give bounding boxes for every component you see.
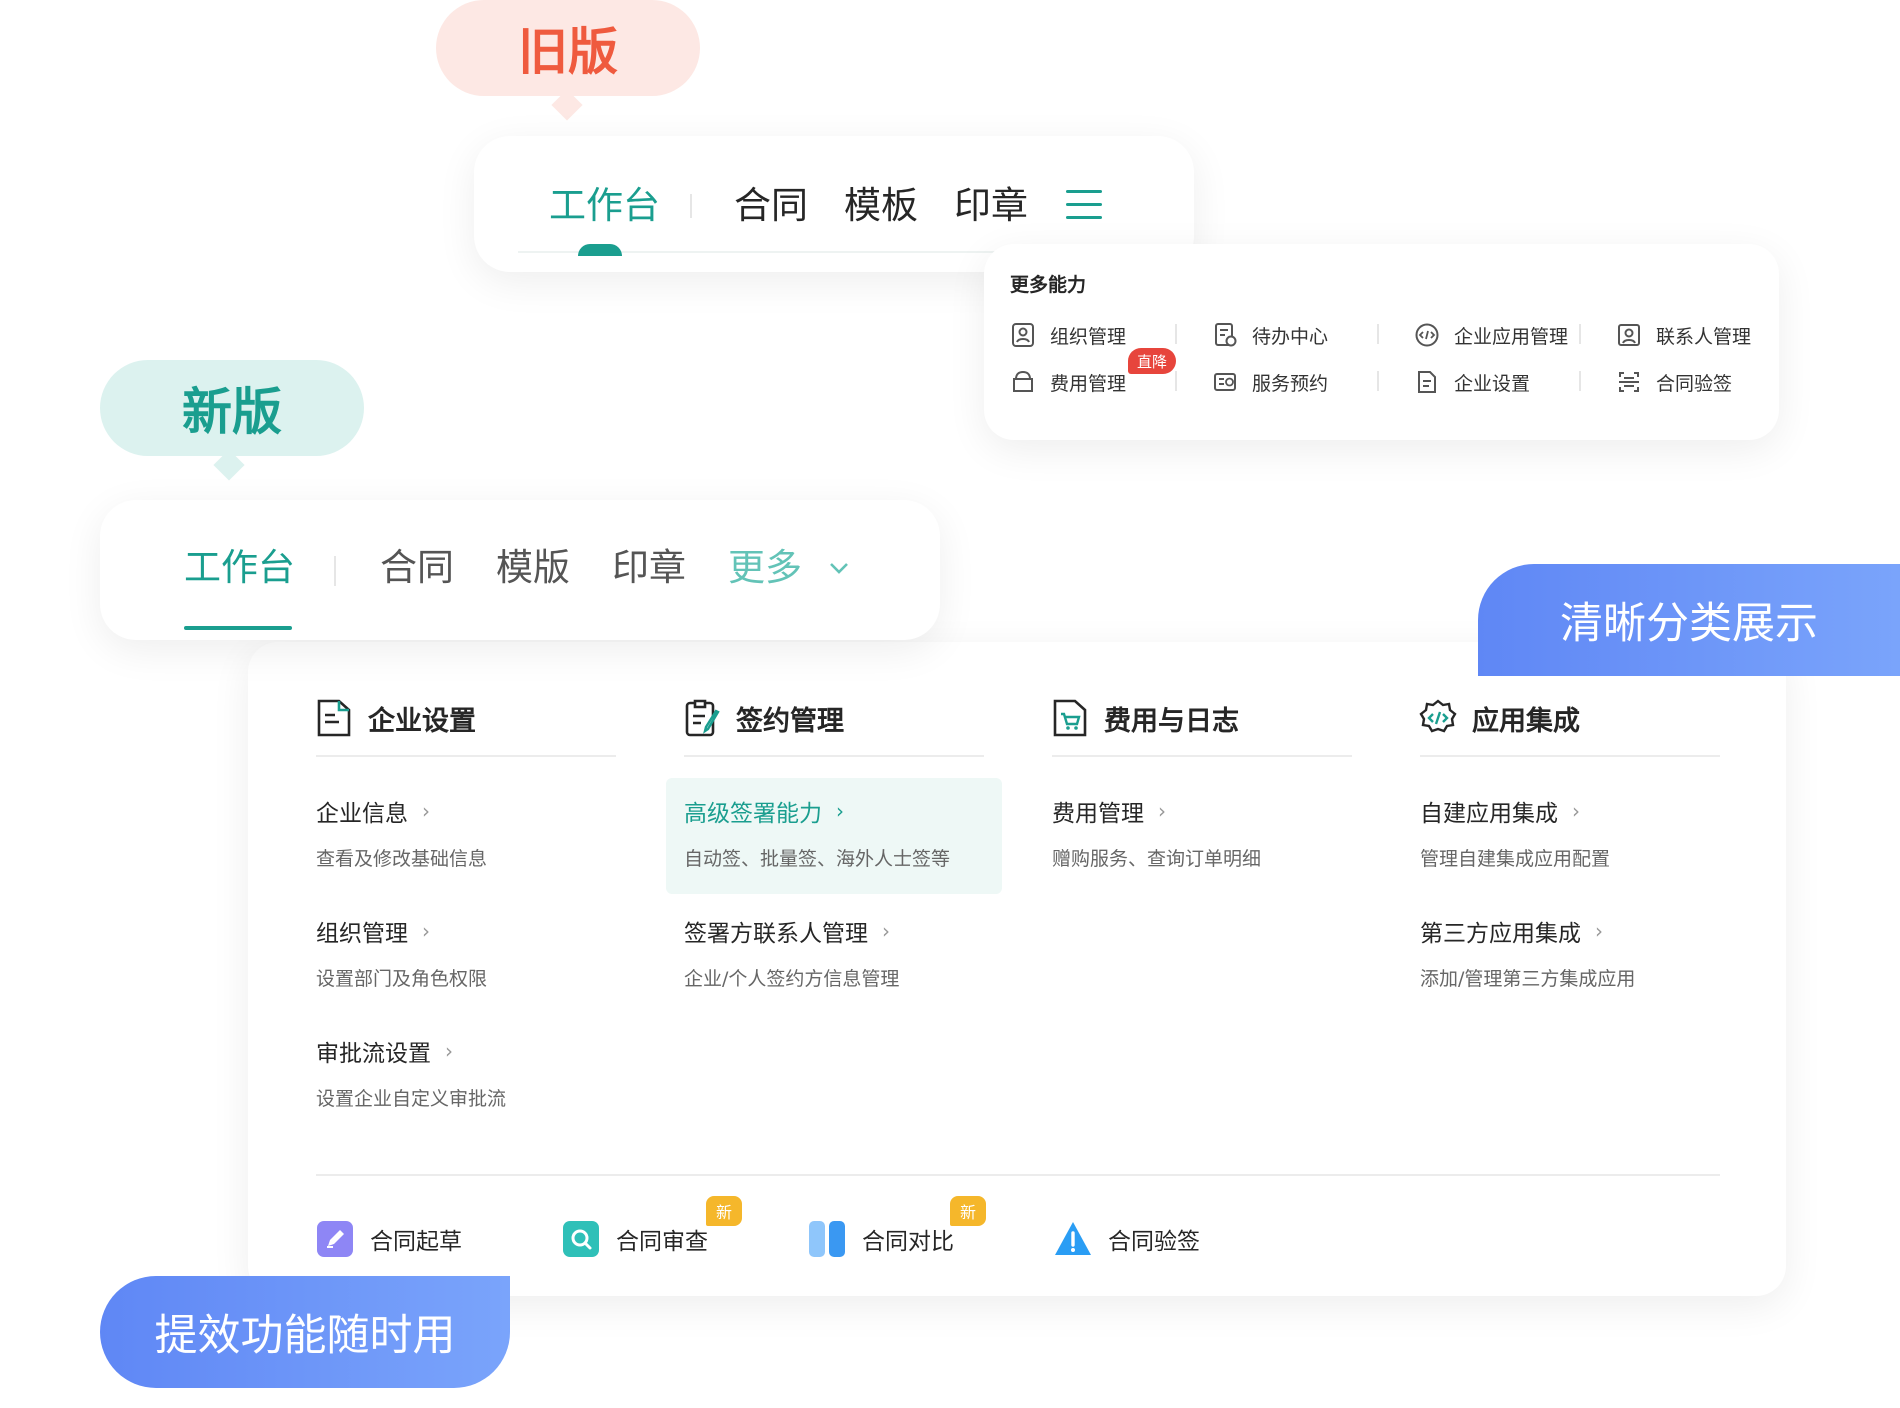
new-more-panel: 企业设置 企业信息 › 查看及修改基础信息 组织管理 › 设置部门及角色权限 审批流… xyxy=(248,642,1786,1296)
dropdown-item-org[interactable]: 组织管理 xyxy=(1010,321,1126,349)
item-signer-contacts[interactable]: 签署方联系人管理 › xyxy=(684,914,890,948)
col-app-integration-header: 应用集成 xyxy=(1418,698,1580,738)
search-icon xyxy=(563,1221,599,1257)
discount-badge: 直降 xyxy=(1128,348,1176,374)
chevron-right-icon: › xyxy=(422,799,430,823)
col-divider xyxy=(316,755,616,757)
dropdown-item-service[interactable]: 服务预约 xyxy=(1212,368,1328,396)
chevron-right-icon: › xyxy=(836,799,844,823)
new-tab-workbench[interactable]: 工作台 xyxy=(184,546,295,590)
item-desc: 设置部门及角色权限 xyxy=(316,968,488,990)
old-tab-seal[interactable]: 印章 xyxy=(954,184,1028,228)
todo-icon xyxy=(1215,323,1237,347)
chevron-right-icon: › xyxy=(422,919,430,943)
app-integration-icon xyxy=(1419,699,1457,733)
verify-icon xyxy=(1619,372,1639,392)
dropdown-title: 更多能力 xyxy=(1010,274,1087,296)
feature-label-efficiency: 提效功能随时用 xyxy=(100,1276,510,1388)
chevron-right-icon: › xyxy=(1595,919,1603,943)
warning-icon xyxy=(1055,1222,1091,1255)
cost-log-icon xyxy=(1053,699,1087,737)
dropdown-divider xyxy=(1377,324,1379,344)
item-desc: 查看及修改基础信息 xyxy=(316,848,488,870)
new-version-label: 新版 xyxy=(182,383,282,441)
chevron-right-icon: › xyxy=(445,1039,453,1063)
item-desc: 管理自建集成应用配置 xyxy=(1420,848,1611,870)
new-tab-seal[interactable]: 印章 xyxy=(612,546,686,590)
feature-label-categorized-text: 清晰分类展示 xyxy=(1560,599,1818,649)
item-enterprise-info[interactable]: 企业信息 › xyxy=(316,794,430,828)
item-third-party-app[interactable]: 第三方应用集成 › xyxy=(1420,914,1603,948)
new-tab-divider xyxy=(334,556,336,586)
col-divider xyxy=(1420,755,1720,757)
new-badge: 新 xyxy=(950,1196,986,1226)
dropdown-item-cost[interactable]: 费用管理 xyxy=(1010,368,1126,396)
new-badge: 新 xyxy=(706,1196,742,1226)
new-nav-card: 工作台 合同 模版 印章 更多 xyxy=(100,500,940,640)
service-icon xyxy=(1214,373,1236,391)
chevron-right-icon: › xyxy=(1158,799,1166,823)
sign-management-icon xyxy=(685,699,720,737)
dropdown-item-todo[interactable]: 待办中心 xyxy=(1212,321,1328,349)
item-approval-flow[interactable]: 审批流设置 › xyxy=(316,1034,453,1068)
item-cost-management[interactable]: 费用管理 › xyxy=(1052,794,1166,828)
org-icon xyxy=(1012,323,1034,347)
quick-actions-divider xyxy=(316,1174,1720,1176)
dropdown-item-enterprise-settings[interactable]: 企业设置 xyxy=(1414,368,1530,396)
new-tab-more[interactable]: 更多 xyxy=(728,546,850,590)
compare-icon xyxy=(809,1221,845,1257)
item-desc: 自动签、批量签、海外人士签等 xyxy=(684,848,951,870)
new-active-indicator xyxy=(184,626,292,630)
col-cost-log-header: 费用与日志 xyxy=(1050,698,1239,738)
col-divider xyxy=(684,755,984,757)
old-tab-template[interactable]: 模板 xyxy=(844,184,918,228)
old-active-indicator xyxy=(578,244,622,256)
dropdown-divider xyxy=(1579,324,1581,344)
dropdown-divider xyxy=(1579,371,1581,391)
chevron-right-icon: › xyxy=(882,919,890,943)
item-self-built-app[interactable]: 自建应用集成 › xyxy=(1420,794,1580,828)
dropdown-divider xyxy=(1175,371,1177,391)
dropdown-item-contacts[interactable]: 联系人管理 xyxy=(1616,321,1751,349)
item-desc: 赠购服务、查询订单明细 xyxy=(1052,848,1262,870)
old-tab-workbench[interactable]: 工作台 xyxy=(549,184,660,228)
old-more-dropdown: 更多能力 组织管理 待办中心 企业应用管理 联系人管理 费用管理 直降 服务预约… xyxy=(984,244,1779,440)
dropdown-item-enterprise-app[interactable]: 企业应用管理 xyxy=(1414,321,1568,349)
item-advanced-sign[interactable]: 高级签署能力 › xyxy=(684,794,844,828)
dropdown-divider xyxy=(1175,324,1177,344)
hamburger-icon[interactable] xyxy=(1066,188,1102,220)
item-desc: 设置企业自定义审批流 xyxy=(316,1088,507,1110)
enterprise-settings-icon xyxy=(317,699,351,737)
item-desc: 添加/管理第三方集成应用 xyxy=(1420,968,1636,990)
wallet-icon xyxy=(1013,370,1033,392)
doc-icon xyxy=(1418,371,1436,393)
old-version-bubble: 旧版 xyxy=(436,0,700,96)
code-icon xyxy=(1415,323,1439,347)
new-tab-template[interactable]: 模版 xyxy=(496,546,570,590)
old-version-label: 旧版 xyxy=(518,23,618,81)
item-desc: 企业/个人签约方信息管理 xyxy=(684,968,900,990)
col-enterprise-settings-header: 企业设置 xyxy=(314,698,476,738)
old-tab-contract[interactable]: 合同 xyxy=(734,184,808,228)
pen-icon xyxy=(317,1221,353,1257)
feature-label-categorized: 清晰分类展示 xyxy=(1478,564,1900,676)
contact-icon xyxy=(1618,324,1640,346)
dropdown-divider xyxy=(1377,371,1379,391)
quick-action-compare[interactable]: 合同对比 xyxy=(808,1220,954,1258)
quick-action-draft[interactable]: 合同起草 xyxy=(316,1220,462,1258)
feature-label-efficiency-text: 提效功能随时用 xyxy=(154,1311,456,1361)
quick-action-review[interactable]: 合同审查 xyxy=(562,1220,708,1258)
new-tab-contract[interactable]: 合同 xyxy=(380,546,454,590)
new-version-bubble: 新版 xyxy=(100,360,364,456)
old-tab-divider xyxy=(690,194,692,218)
chevron-down-icon xyxy=(830,563,848,574)
item-org-management[interactable]: 组织管理 › xyxy=(316,914,430,948)
chevron-right-icon: › xyxy=(1572,799,1580,823)
col-divider xyxy=(1052,755,1352,757)
col-sign-management-header: 签约管理 xyxy=(682,698,844,738)
dropdown-item-verify[interactable]: 合同验签 xyxy=(1616,368,1732,396)
quick-action-verify[interactable]: 合同验签 xyxy=(1054,1220,1200,1258)
